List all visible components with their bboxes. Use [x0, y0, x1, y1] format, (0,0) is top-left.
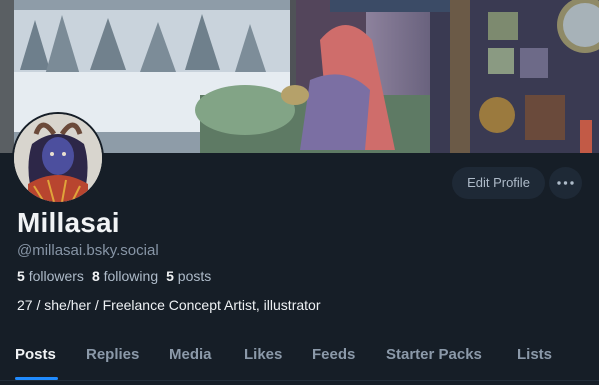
followers-link[interactable]: 5 followers: [17, 268, 84, 284]
tab-likes[interactable]: Likes: [244, 346, 282, 363]
following-link[interactable]: 8 following: [92, 268, 158, 284]
avatar[interactable]: [12, 112, 104, 204]
profile-handle: @millasai.bsky.social: [17, 242, 159, 259]
following-count: 8: [91, 268, 100, 284]
following-label: following: [103, 268, 159, 284]
followers-count: 5: [17, 268, 25, 284]
tab-lists[interactable]: Lists: [517, 346, 552, 363]
tabs-divider: [0, 380, 599, 381]
followers-label: followers: [28, 268, 84, 284]
posts-label: posts: [177, 268, 212, 284]
posts-stat: 5 posts: [166, 268, 211, 284]
tab-media[interactable]: Media: [169, 346, 212, 363]
tab-starter-packs[interactable]: Starter Packs: [386, 346, 482, 363]
tab-feeds[interactable]: Feeds: [312, 346, 355, 363]
tab-replies[interactable]: Replies: [86, 346, 139, 363]
avatar-illustration: [14, 114, 102, 202]
posts-count: 5: [166, 268, 174, 284]
display-name: Millasai: [17, 207, 120, 238]
more-horizontal-icon: [557, 181, 574, 185]
profile-tabs: Posts Replies Media Likes Feeds Starter …: [0, 340, 599, 380]
more-options-button[interactable]: [549, 167, 582, 199]
edit-profile-button[interactable]: Edit Profile: [452, 167, 545, 199]
tab-posts[interactable]: Posts: [15, 346, 56, 363]
profile-stats: 5 followers 8 following 5 posts: [17, 268, 211, 284]
profile-bio: 27 / she/her / Freelance Concept Artist,…: [17, 297, 321, 313]
